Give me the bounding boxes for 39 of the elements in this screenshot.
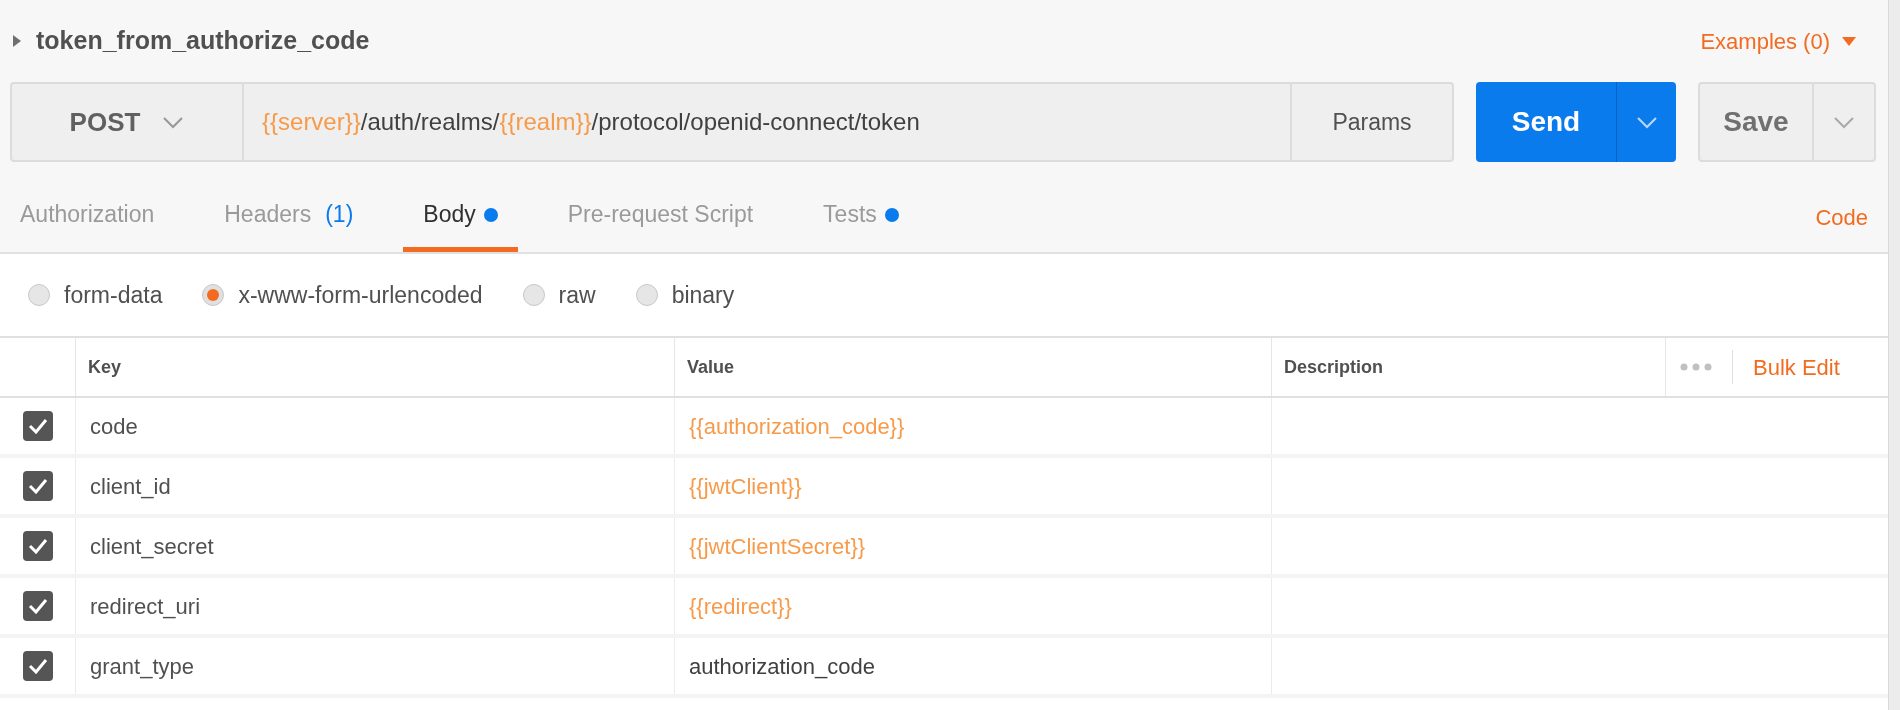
expand-triangle-icon[interactable]	[12, 34, 22, 48]
checkmark-icon	[27, 538, 48, 554]
save-button[interactable]: Save	[1700, 84, 1812, 160]
method-dropdown[interactable]: POST	[12, 84, 244, 160]
code-link[interactable]: Code	[1815, 201, 1868, 234]
key-cell[interactable]: redirect_uri	[75, 578, 674, 634]
body-type-radio[interactable]: form-data	[28, 277, 163, 313]
column-header: Description	[1271, 338, 1665, 396]
send-button[interactable]: Send	[1476, 82, 1616, 162]
caret-down-icon	[1842, 36, 1856, 46]
chevron-down-icon	[1833, 115, 1855, 129]
url-field[interactable]: {{server}}/auth/realms/{{realm}}/protocol/openid-connect/token	[244, 84, 1290, 160]
chevron-down-icon	[1635, 115, 1658, 129]
checkbox[interactable]	[22, 531, 53, 561]
checkbox[interactable]	[22, 411, 53, 441]
key-cell[interactable]: grant_type	[75, 638, 674, 694]
checkmark-icon	[27, 478, 48, 494]
checkbox[interactable]	[22, 591, 53, 621]
key-cell[interactable]: client_secret	[75, 518, 674, 574]
body-type-radio[interactable]: binary	[635, 277, 735, 313]
column-header: Key	[75, 338, 674, 396]
examples-dropdown[interactable]: Examples (0)	[1700, 24, 1856, 58]
column-header: Value	[674, 338, 1271, 396]
body-type-radio[interactable]: x-www-form-urlencoded	[202, 277, 483, 313]
value-cell[interactable]: authorization_code	[674, 638, 1271, 694]
params-button[interactable]: Params	[1290, 84, 1452, 160]
request-name: token_from_authorize_code	[36, 25, 370, 57]
key-cell[interactable]: client_id	[75, 458, 674, 514]
body-type-radio[interactable]: raw	[522, 277, 596, 313]
checkbox[interactable]	[22, 651, 53, 681]
checkmark-icon	[27, 598, 48, 614]
tab[interactable]: Headers (1)	[204, 182, 374, 252]
checkbox[interactable]	[22, 471, 53, 501]
chevron-down-icon	[162, 115, 185, 129]
bulk-edit-button[interactable]: Bulk Edit	[1753, 350, 1840, 384]
key-cell[interactable]: code	[75, 398, 674, 454]
tab[interactable]: Body	[403, 182, 518, 252]
checkmark-icon	[27, 658, 48, 674]
checkmark-icon	[27, 418, 48, 434]
